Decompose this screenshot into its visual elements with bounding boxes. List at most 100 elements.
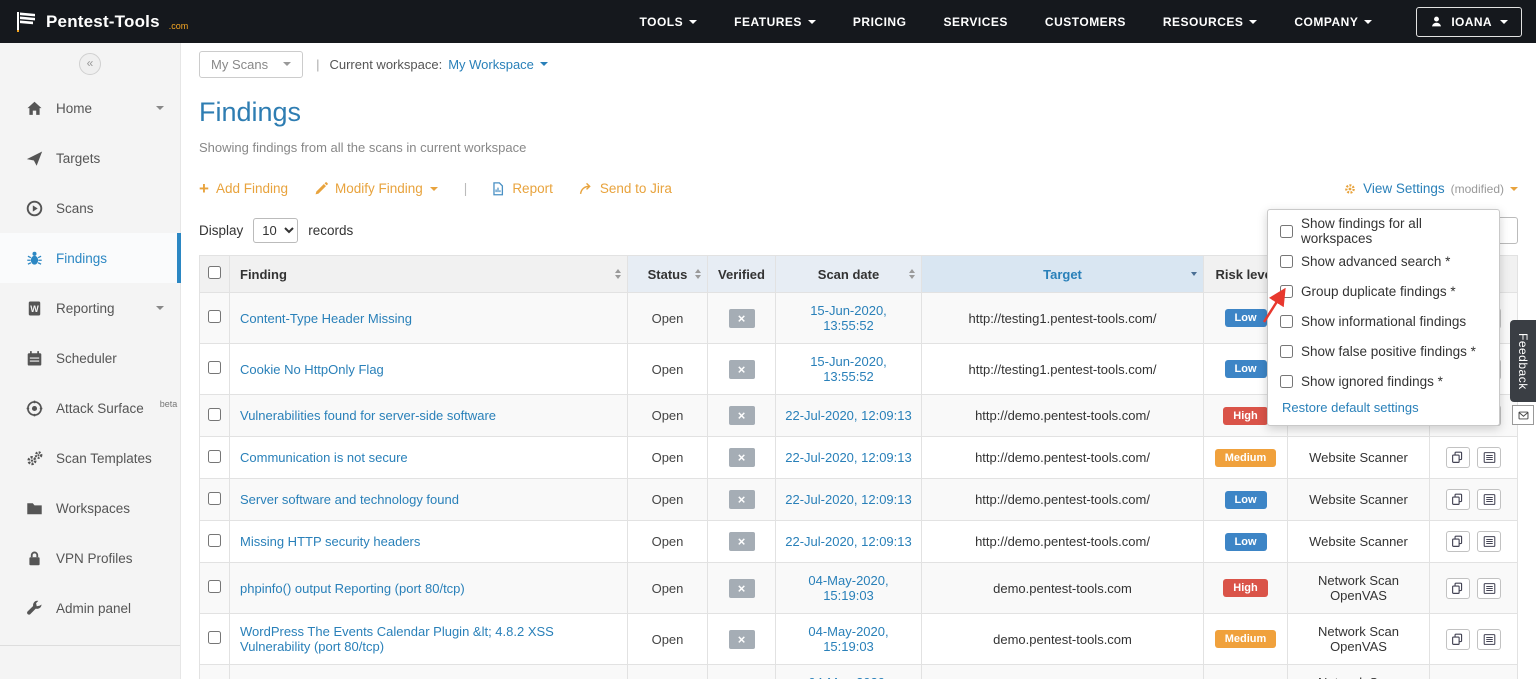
header-finding[interactable]: Finding [230, 256, 628, 293]
nav-item-customers[interactable]: CUSTOMERS [1045, 15, 1126, 29]
scan-date-link[interactable]: 15-Jun-2020, 13:55:52 [810, 303, 887, 333]
row-checkbox[interactable] [208, 580, 221, 593]
duplicate-finding-button[interactable] [1446, 578, 1470, 599]
row-checkbox[interactable] [208, 361, 221, 374]
verified-toggle-button[interactable]: × [729, 360, 755, 379]
sidebar-item-admin-panel[interactable]: Admin panel [0, 583, 180, 633]
option-checkbox[interactable] [1280, 225, 1293, 238]
scan-date-link[interactable]: 22-Jul-2020, 12:09:13 [785, 408, 911, 423]
modify-finding-button[interactable]: Modify Finding [314, 181, 438, 196]
nav-item-company[interactable]: COMPANY [1294, 15, 1372, 29]
scan-date-link[interactable]: 04-May-2020, 15:19:03 [808, 624, 888, 654]
row-checkbox[interactable] [208, 492, 221, 505]
sidebar-item-scan-templates[interactable]: Scan Templates [0, 433, 180, 483]
sort-icon[interactable] [909, 269, 915, 279]
finding-link[interactable]: Vulnerabilities found for server-side so… [240, 408, 496, 423]
option-show-all-workspaces[interactable]: Show findings for all workspaces [1280, 216, 1487, 246]
sidebar-item-attack-surface[interactable]: Attack Surface beta [0, 383, 180, 433]
row-checkbox[interactable] [208, 631, 221, 644]
report-button[interactable]: Report [491, 181, 553, 196]
workspace-switcher[interactable]: My Workspace [448, 57, 548, 72]
verified-toggle-button[interactable]: × [729, 532, 755, 551]
finding-link[interactable]: Content-Type Header Missing [240, 311, 412, 326]
feedback-label[interactable]: Feedback [1510, 320, 1536, 402]
scan-date-link[interactable]: 04-May-2020, 15:19:03 [808, 573, 888, 603]
x-icon: × [738, 632, 746, 647]
sort-icon[interactable] [695, 269, 701, 279]
nav-item-tools[interactable]: TOOLS [640, 15, 698, 29]
scan-date-link[interactable]: 22-Jul-2020, 12:09:13 [785, 450, 911, 465]
finding-details-button[interactable] [1477, 578, 1501, 599]
finding-link[interactable]: Communication is not secure [240, 450, 408, 465]
scan-date-link[interactable]: 22-Jul-2020, 12:09:13 [785, 492, 911, 507]
header-target[interactable]: Target [922, 256, 1204, 293]
verified-toggle-button[interactable]: × [729, 448, 755, 467]
header-scan-date[interactable]: Scan date [776, 256, 922, 293]
finding-details-button[interactable] [1477, 531, 1501, 552]
duplicate-finding-button[interactable] [1446, 489, 1470, 510]
records-per-page-select[interactable]: 10 [253, 218, 298, 243]
option-show-informational-findings[interactable]: Show informational findings [1280, 306, 1487, 336]
verified-toggle-button[interactable]: × [729, 579, 755, 598]
nav-item-pricing[interactable]: PRICING [853, 15, 907, 29]
feedback-envelope-box[interactable] [1512, 405, 1534, 425]
sidebar-item-scans[interactable]: Scans [0, 183, 180, 233]
header-status[interactable]: Status [628, 256, 708, 293]
scan-date-link[interactable]: 22-Jul-2020, 12:09:13 [785, 534, 911, 549]
user-menu-button[interactable]: IOANA [1416, 7, 1522, 37]
sidebar-item-label: Reporting [56, 301, 115, 316]
select-all-checkbox[interactable] [208, 266, 221, 279]
sidebar-item-vpn-profiles[interactable]: VPN Profiles [0, 533, 180, 583]
brand-logo[interactable]: Pentest-Tools .com [14, 10, 188, 34]
finding-link[interactable]: phpinfo() output Reporting (port 80/tcp) [240, 581, 465, 596]
feedback-tab[interactable]: Feedback [1510, 320, 1536, 425]
view-settings-label: View Settings [1363, 181, 1445, 196]
finding-link[interactable]: WordPress The Events Calendar Plugin &lt… [240, 624, 554, 654]
view-settings-button[interactable]: View Settings (modified) [1343, 181, 1518, 196]
verified-toggle-button[interactable]: × [729, 309, 755, 328]
option-checkbox[interactable] [1280, 285, 1293, 298]
sidebar-item-reporting[interactable]: W Reporting [0, 283, 180, 333]
duplicate-finding-button[interactable] [1446, 531, 1470, 552]
sort-icon[interactable] [615, 269, 621, 279]
option-checkbox[interactable] [1280, 345, 1293, 358]
nav-item-services[interactable]: SERVICES [943, 15, 1007, 29]
option-group-duplicate-findings[interactable]: Group duplicate findings * [1280, 276, 1487, 306]
restore-default-settings-link[interactable]: Restore default settings [1282, 400, 1419, 415]
add-finding-button[interactable]: + Add Finding [199, 181, 288, 196]
finding-link[interactable]: Server software and technology found [240, 492, 459, 507]
verified-toggle-button[interactable]: × [729, 406, 755, 425]
row-checkbox[interactable] [208, 310, 221, 323]
option-checkbox[interactable] [1280, 375, 1293, 388]
option-show-false-positive-findings[interactable]: Show false positive findings * [1280, 336, 1487, 366]
send-to-jira-button[interactable]: Send to Jira [579, 181, 672, 196]
sidebar-item-targets[interactable]: Targets [0, 133, 180, 183]
sidebar-collapse-button[interactable]: « [79, 53, 101, 75]
row-checkbox[interactable] [208, 408, 221, 421]
option-checkbox[interactable] [1280, 315, 1293, 328]
sidebar-item-scheduler[interactable]: Scheduler [0, 333, 180, 383]
row-checkbox[interactable] [208, 450, 221, 463]
duplicate-finding-button[interactable] [1446, 447, 1470, 468]
scan-date-link[interactable]: 04-May-2020, 15:19:03 [808, 675, 888, 679]
scan-date-link[interactable]: 15-Jun-2020, 13:55:52 [810, 354, 887, 384]
verified-toggle-button[interactable]: × [729, 490, 755, 509]
finding-details-button[interactable] [1477, 489, 1501, 510]
nav-item-resources[interactable]: RESOURCES [1163, 15, 1258, 29]
sidebar-item-findings[interactable]: Findings [0, 233, 180, 283]
duplicate-finding-button[interactable] [1446, 629, 1470, 650]
option-show-advanced-search[interactable]: Show advanced search * [1280, 246, 1487, 276]
row-checkbox[interactable] [208, 534, 221, 547]
finding-details-button[interactable] [1477, 447, 1501, 468]
finding-details-button[interactable] [1477, 629, 1501, 650]
finding-link[interactable]: Missing HTTP security headers [240, 534, 420, 549]
option-show-ignored-findings[interactable]: Show ignored findings * [1280, 366, 1487, 396]
option-checkbox[interactable] [1280, 255, 1293, 268]
sidebar-item-workspaces[interactable]: Workspaces [0, 483, 180, 533]
verified-toggle-button[interactable]: × [729, 630, 755, 649]
sidebar-item-home[interactable]: Home [0, 83, 180, 133]
nav-item-features[interactable]: FEATURES [734, 15, 816, 29]
my-scans-dropdown[interactable]: My Scans [199, 51, 303, 78]
sort-desc-icon[interactable] [1191, 272, 1197, 276]
finding-link[interactable]: Cookie No HttpOnly Flag [240, 362, 384, 377]
